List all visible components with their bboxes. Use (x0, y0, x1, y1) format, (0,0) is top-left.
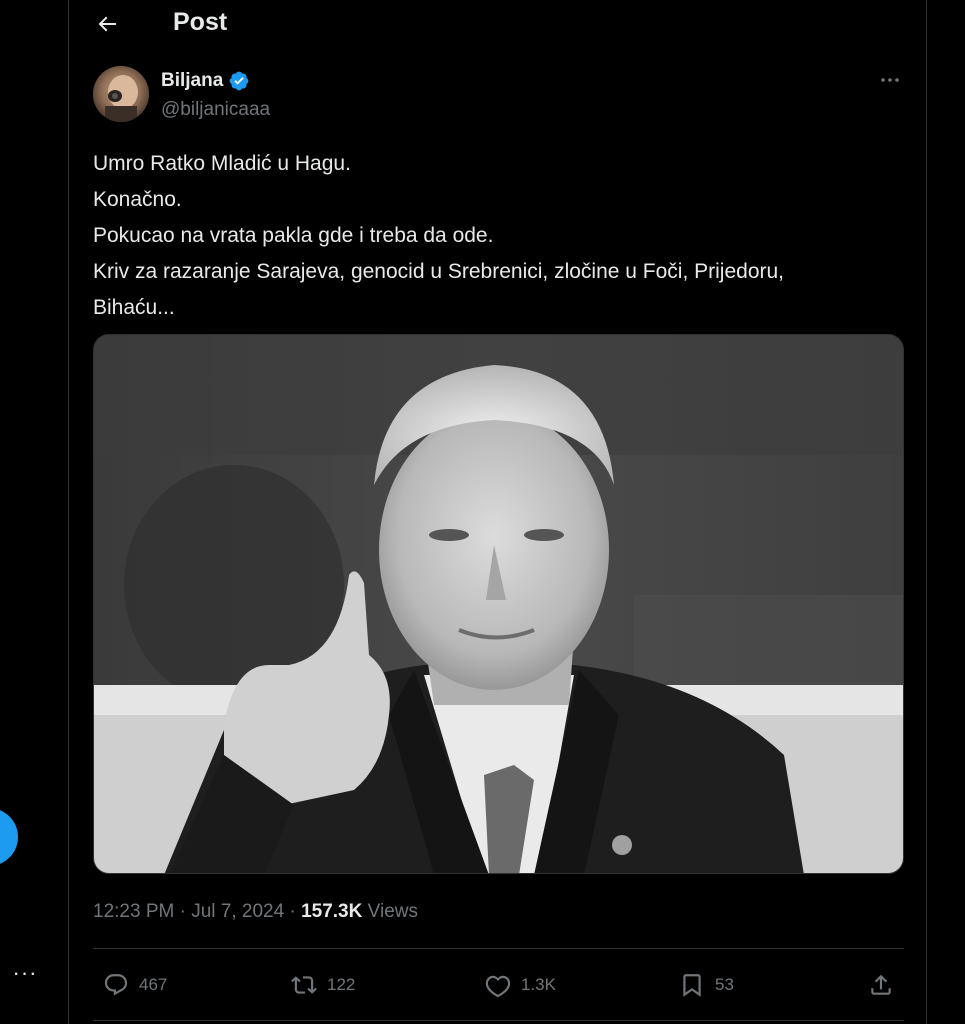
more-menu-icon[interactable]: ··· (10, 958, 40, 988)
reply-count: 467 (139, 975, 168, 994)
divider (93, 948, 904, 949)
header: Post (69, 0, 926, 50)
grayscale-portrait-photo (94, 335, 903, 873)
meta-separator: · (179, 901, 186, 922)
post-image[interactable] (93, 334, 904, 874)
author-name[interactable]: Biljana (161, 70, 223, 92)
arrow-left-icon (98, 16, 116, 32)
avatar[interactable] (93, 66, 149, 122)
verified-badge-icon (229, 71, 249, 91)
bookmark-button[interactable]: 53 (679, 962, 734, 1008)
page: ··· Post Biljana @biljanicaaa Umro Ratko… (0, 0, 965, 1024)
share-icon (871, 974, 891, 995)
post-time[interactable]: 12:23 PM (93, 901, 174, 922)
post-text-line: Konačno. (93, 188, 182, 211)
post-text-line: Kriv za razaranje Sarajeva, genocid u Sr… (93, 260, 785, 283)
compose-post-button[interactable] (0, 808, 18, 866)
post-column: Post Biljana @biljanicaaa Umro Ratko Mla… (68, 0, 927, 1024)
like-button[interactable]: 1.3K (485, 962, 556, 1008)
reply-icon (104, 974, 128, 996)
post-text-line: Pokucao na vrata pakla gde i treba da od… (93, 224, 494, 247)
meta-separator: · (289, 901, 296, 922)
repost-count: 122 (327, 975, 356, 994)
post-meta: 12:23 PM · Jul 7, 2024 · 157.3K Views (93, 901, 418, 923)
bookmark-icon (683, 974, 701, 997)
divider (93, 1020, 904, 1021)
reply-button[interactable]: 467 (103, 962, 167, 1008)
author-name-row: Biljana (161, 70, 250, 92)
repost-icon (291, 976, 317, 994)
author-handle[interactable]: @biljanicaaa (161, 99, 270, 121)
views-count: 157.3K (301, 901, 363, 922)
post-text-line: Bihaću... (93, 296, 175, 319)
bookmark-count: 53 (715, 975, 734, 994)
back-button[interactable] (89, 6, 125, 42)
post-author: Biljana @biljanicaaa (93, 66, 903, 126)
heart-icon (485, 975, 511, 998)
post-text-line: Umro Ratko Mladić u Hagu. (93, 152, 351, 175)
post-text: Umro Ratko Mladić u Hagu. Konačno. Pokuc… (93, 146, 913, 326)
more-options-button[interactable] (875, 68, 905, 92)
repost-button[interactable]: 122 (291, 962, 355, 1008)
post-date[interactable]: Jul 7, 2024 (191, 901, 284, 922)
like-count: 1.3K (521, 975, 556, 994)
views-label: Views (367, 901, 418, 922)
action-bar: 467 122 1.3K 53 (93, 962, 904, 1010)
page-title: Post (173, 8, 228, 36)
share-button[interactable] (868, 962, 894, 1008)
more-horizontal-icon (881, 78, 899, 82)
